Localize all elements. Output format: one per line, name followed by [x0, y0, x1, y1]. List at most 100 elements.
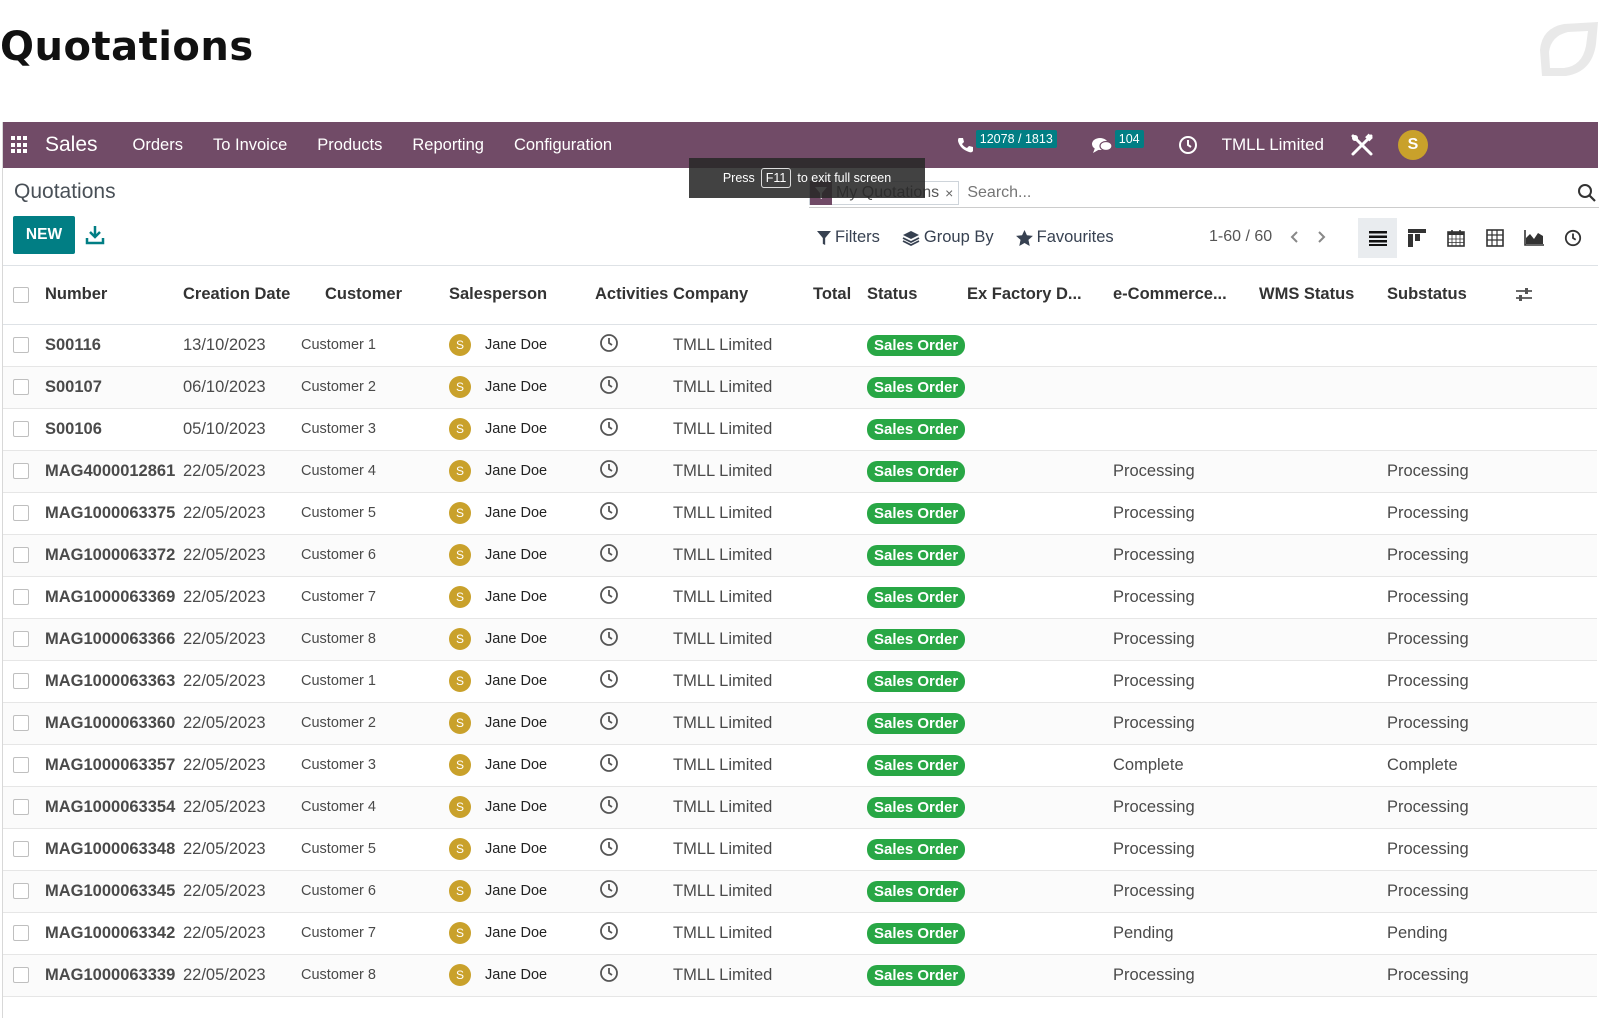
col-total[interactable]: Total [813, 266, 867, 325]
graph-view-button[interactable] [1514, 218, 1553, 258]
table-row[interactable]: MAG1000063342 22/05/2023 Customer 7 S Jane D… [3, 912, 1597, 955]
menu-reporting[interactable]: Reporting [412, 136, 484, 155]
activity-clock-icon[interactable] [599, 795, 619, 820]
table-row[interactable]: MAG1000063369 22/05/2023 Customer 7 S Jane D… [3, 576, 1597, 619]
row-checkbox[interactable] [3, 870, 45, 913]
list-view-button[interactable] [1358, 218, 1397, 258]
row-checkbox[interactable] [3, 660, 45, 703]
filters-button[interactable]: Filters [817, 228, 880, 247]
table-row[interactable]: MAG1000063366 22/05/2023 Customer 8 S Jane D… [3, 618, 1597, 661]
menu-configuration[interactable]: Configuration [514, 136, 612, 155]
creation-date: 22/05/2023 [183, 576, 301, 619]
activity-clock-icon[interactable] [599, 837, 619, 862]
col-customer[interactable]: Customer [301, 266, 449, 325]
row-checkbox[interactable] [3, 366, 45, 409]
activity-clock-icon[interactable] [599, 711, 619, 736]
favourites-button[interactable]: Favourites [1015, 228, 1114, 247]
row-checkbox[interactable] [3, 828, 45, 871]
row-checkbox[interactable] [3, 912, 45, 955]
menu-orders[interactable]: Orders [133, 136, 183, 155]
row-checkbox[interactable] [3, 576, 45, 619]
col-activities[interactable]: Activities [595, 266, 673, 325]
new-button[interactable]: NEW [13, 216, 75, 254]
activity-clock-icon[interactable] [599, 879, 619, 904]
table-row[interactable]: MAG1000063360 22/05/2023 Customer 2 S Jane D… [3, 702, 1597, 745]
activity-clock-icon[interactable] [599, 543, 619, 568]
row-checkbox[interactable] [3, 492, 45, 535]
app-brand[interactable]: Sales [45, 133, 98, 157]
col-status[interactable]: Status [867, 266, 967, 325]
search-input[interactable] [967, 179, 1577, 206]
groupby-button[interactable]: Group By [902, 228, 994, 247]
col-ecommerce[interactable]: e-Commerce... [1113, 266, 1259, 325]
table-row[interactable]: MAG1000063372 22/05/2023 Customer 6 S Jane D… [3, 534, 1597, 577]
table-row[interactable]: S00106 05/10/2023 Customer 3 S Jane Doe TMLL … [3, 408, 1597, 451]
order-total [813, 534, 867, 577]
table-row[interactable]: MAG1000063354 22/05/2023 Customer 4 S Jane D… [3, 786, 1597, 829]
status-cell: Sales Order [867, 618, 967, 661]
voip-systray[interactable]: 12078 / 1813 [956, 130, 1057, 154]
chevron-left-icon[interactable] [1288, 230, 1302, 244]
activity-clock-icon[interactable] [599, 963, 619, 988]
row-checkbox[interactable] [3, 324, 45, 367]
customer-name: Customer 8 [301, 954, 449, 997]
menu-to-invoice[interactable]: To Invoice [213, 136, 287, 155]
row-checkbox[interactable] [3, 450, 45, 493]
activity-clock-icon[interactable] [599, 417, 619, 442]
row-checkbox[interactable] [3, 534, 45, 577]
row-checkbox[interactable] [3, 408, 45, 451]
table-row[interactable]: MAG4000012861 22/05/2023 Customer 4 S Jane D… [3, 450, 1597, 493]
row-checkbox[interactable] [3, 786, 45, 829]
activity-clock-icon[interactable] [599, 501, 619, 526]
col-wms-status[interactable]: WMS Status [1259, 266, 1387, 325]
pivot-view-button[interactable] [1475, 218, 1514, 258]
table-row[interactable]: MAG1000063339 22/05/2023 Customer 8 S Jane D… [3, 954, 1597, 997]
company-switcher[interactable]: TMLL Limited [1222, 135, 1324, 155]
download-icon[interactable] [85, 224, 105, 246]
table-row[interactable]: S00116 13/10/2023 Customer 1 S Jane Doe TMLL … [3, 324, 1597, 367]
table-row[interactable]: MAG1000063357 22/05/2023 Customer 3 S Jane D… [3, 744, 1597, 787]
table-row[interactable]: MAG1000063348 22/05/2023 Customer 5 S Jane D… [3, 828, 1597, 871]
status-badge: Sales Order [867, 754, 966, 776]
row-checkbox[interactable] [3, 702, 45, 745]
row-spacer [1515, 492, 1597, 535]
activity-clock-icon[interactable] [599, 333, 619, 358]
activity-clock-icon[interactable] [599, 375, 619, 400]
activity-clock-icon[interactable] [599, 627, 619, 652]
row-checkbox[interactable] [3, 744, 45, 787]
kanban-view-button[interactable] [1397, 218, 1436, 258]
messaging-systray[interactable]: 104 [1091, 130, 1144, 154]
calendar-view-button[interactable] [1436, 218, 1475, 258]
facet-close-icon[interactable]: × [945, 185, 953, 201]
select-all-checkbox[interactable] [3, 266, 45, 325]
activity-systray[interactable] [1178, 135, 1198, 155]
row-checkbox[interactable] [3, 954, 45, 997]
row-checkbox[interactable] [3, 618, 45, 661]
activity-clock-icon[interactable] [599, 921, 619, 946]
debug-tools[interactable] [1350, 133, 1374, 157]
chevron-right-icon[interactable] [1314, 230, 1328, 244]
activity-clock-icon[interactable] [599, 753, 619, 778]
apps-grid-icon[interactable] [11, 136, 29, 154]
table-row[interactable]: MAG1000063375 22/05/2023 Customer 5 S Jane D… [3, 492, 1597, 535]
col-salesperson[interactable]: Salesperson [449, 266, 595, 325]
menu-products[interactable]: Products [317, 136, 382, 155]
user-avatar[interactable]: S [1398, 130, 1428, 160]
activity-clock-icon[interactable] [599, 459, 619, 484]
col-ex-factory[interactable]: Ex Factory D... [967, 266, 1113, 325]
table-row[interactable]: S00107 06/10/2023 Customer 2 S Jane Doe TMLL … [3, 366, 1597, 409]
col-company[interactable]: Company [673, 266, 813, 325]
activity-clock-icon[interactable] [599, 669, 619, 694]
pager-value[interactable]: 1-60 / 60 [1209, 228, 1272, 246]
activity-view-button[interactable] [1553, 218, 1592, 258]
activity-clock-icon[interactable] [599, 585, 619, 610]
col-substatus[interactable]: Substatus [1387, 266, 1515, 325]
optional-columns-toggle[interactable] [1515, 266, 1597, 325]
customer-name: Customer 8 [301, 618, 449, 661]
table-row[interactable]: MAG1000063363 22/05/2023 Customer 1 S Jane D… [3, 660, 1597, 703]
col-creation-date[interactable]: Creation Date [183, 266, 301, 325]
table-row[interactable]: MAG1000063345 22/05/2023 Customer 6 S Jane D… [3, 870, 1597, 913]
search-icon[interactable] [1577, 183, 1597, 203]
col-number[interactable]: Number [45, 266, 183, 325]
salesperson-cell: S Jane Doe [449, 492, 595, 535]
